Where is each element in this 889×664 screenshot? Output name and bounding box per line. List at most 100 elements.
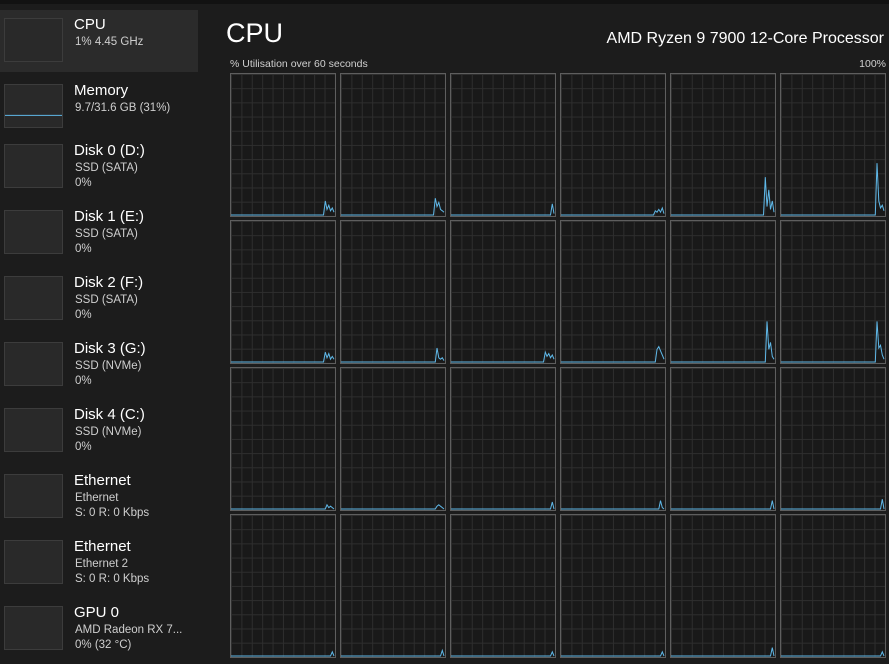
- core-14-graph: [450, 367, 556, 511]
- core-5-graph: [780, 73, 886, 217]
- core-5-line: [781, 163, 885, 216]
- disk-thumbnail-graph: [4, 210, 63, 254]
- sidebar-item-disk-0[interactable]: Disk 0 (D:) SSD (SATA) 0%: [0, 136, 198, 198]
- core-17-line: [781, 499, 885, 510]
- disk-thumbnail-graph: [4, 144, 63, 188]
- core-12-line: [231, 503, 335, 510]
- core-6-graph: [230, 220, 336, 364]
- sidebar-item-usage: 0%: [75, 309, 92, 321]
- core-18-line: [231, 650, 335, 657]
- sidebar-item-type: SSD (SATA): [75, 162, 138, 174]
- core-4-graph: [670, 73, 776, 217]
- sidebar-item-disk-2[interactable]: Disk 2 (F:) SSD (SATA) 0%: [0, 268, 198, 330]
- sidebar-item-title: Disk 4 (C:): [74, 406, 145, 423]
- sidebar-item-gpu-0[interactable]: GPU 0 AMD Radeon RX 7... 0% (32 °C): [0, 598, 198, 660]
- sidebar-item-title: Disk 3 (G:): [74, 340, 146, 357]
- sidebar-item-disk-3[interactable]: Disk 3 (G:) SSD (NVMe) 0%: [0, 334, 198, 396]
- sidebar-item-title: Ethernet: [74, 472, 131, 489]
- core-4-line: [671, 177, 775, 216]
- core-19-line: [341, 648, 445, 657]
- sidebar-item-type: SSD (NVMe): [75, 426, 142, 438]
- core-20-graph: [450, 514, 556, 658]
- cpu-details-panel: CPU AMD Ryzen 9 7900 12-Core Processor %…: [198, 0, 889, 664]
- sidebar-item-title: Memory: [74, 82, 129, 99]
- core-20-line: [451, 650, 555, 657]
- core-23-graph: [780, 514, 886, 658]
- core-0-line: [231, 200, 335, 216]
- sidebar-item-disk-4[interactable]: Disk 4 (C:) SSD (NVMe) 0%: [0, 400, 198, 462]
- core-10-graph: [670, 220, 776, 364]
- sidebar-item-ethernet-2[interactable]: Ethernet Ethernet 2 S: 0 R: 0 Kbps: [0, 532, 198, 594]
- sidebar-item-type: SSD (SATA): [75, 228, 138, 240]
- sidebar-item-detail: 1% 4.45 GHz: [75, 36, 144, 48]
- sidebar-item-usage: 0%: [75, 441, 92, 453]
- disk-thumbnail-graph: [4, 276, 63, 320]
- sidebar-item-usage: 0%: [75, 177, 92, 189]
- core-2-graph: [450, 73, 556, 217]
- core-10-line: [671, 321, 775, 363]
- sidebar-item-title: CPU: [74, 16, 106, 33]
- core-15-graph: [560, 367, 666, 511]
- core-22-graph: [670, 514, 776, 658]
- sidebar-item-disk-1[interactable]: Disk 1 (E:) SSD (SATA) 0%: [0, 202, 198, 264]
- sidebar-item-usage: 0%: [75, 375, 92, 387]
- core-7-line: [341, 347, 445, 363]
- sidebar-item-throughput: S: 0 R: 0 Kbps: [75, 507, 150, 519]
- core-12-graph: [230, 367, 336, 511]
- core-15-line: [561, 500, 665, 510]
- sidebar-item-title: Disk 1 (E:): [74, 208, 145, 225]
- sidebar-item-adapter: Ethernet: [75, 492, 119, 504]
- core-17-graph: [780, 367, 886, 511]
- sidebar-item-title: GPU 0: [74, 604, 120, 621]
- page-title: CPU: [226, 18, 284, 48]
- disk-thumbnail-graph: [4, 408, 63, 452]
- core-16-line: [671, 500, 775, 510]
- sidebar-item-title: Ethernet: [74, 538, 131, 555]
- sidebar-item-usage: 0% (32 °C): [75, 639, 132, 651]
- sidebar-item-adapter: Ethernet 2: [75, 558, 129, 570]
- gpu-thumbnail-graph: [4, 606, 63, 650]
- sidebar-item-ethernet[interactable]: Ethernet Ethernet S: 0 R: 0 Kbps: [0, 466, 198, 528]
- core-21-line: [561, 650, 665, 657]
- sidebar-item-cpu[interactable]: CPU 1% 4.45 GHz: [0, 10, 198, 72]
- core-3-line: [561, 206, 665, 216]
- core-1-line: [341, 198, 445, 216]
- core-0-graph: [230, 73, 336, 217]
- core-7-graph: [340, 220, 446, 364]
- core-8-graph: [450, 220, 556, 364]
- sidebar-item-usage: 0%: [75, 243, 92, 255]
- ethernet-thumbnail-graph: [4, 540, 63, 584]
- processor-name: AMD Ryzen 9 7900 12-Core Processor: [606, 30, 884, 47]
- core-14-line: [451, 501, 555, 510]
- sidebar-item-detail: 9.7/31.6 GB (31%): [75, 102, 171, 114]
- core-23-line: [781, 650, 885, 657]
- core-6-line: [231, 352, 335, 363]
- sidebar-item-title: Disk 0 (D:): [74, 142, 145, 159]
- sidebar-item-model: AMD Radeon RX 7...: [75, 624, 183, 636]
- sidebar-item-type: SSD (SATA): [75, 294, 138, 306]
- sidebar-item-title: Disk 2 (F:): [74, 274, 144, 291]
- sidebar-item-memory[interactable]: Memory 9.7/31.6 GB (31%): [0, 76, 198, 138]
- core-9-line: [561, 345, 665, 363]
- core-8-line: [451, 350, 555, 363]
- core-21-graph: [560, 514, 666, 658]
- core-2-line: [451, 203, 555, 216]
- core-1-graph: [340, 73, 446, 217]
- memory-thumbnail-line: [5, 114, 62, 116]
- core-3-graph: [560, 73, 666, 217]
- core-11-line: [781, 321, 885, 363]
- performance-sidebar: CPU 1% 4.45 GHz Memory 9.7/31.6 GB (31%)…: [0, 10, 198, 664]
- core-11-graph: [780, 220, 886, 364]
- core-13-line: [341, 504, 445, 510]
- cpu-thumbnail-graph: [4, 18, 63, 62]
- core-19-graph: [340, 514, 446, 658]
- core-18-graph: [230, 514, 336, 658]
- core-22-line: [671, 647, 775, 657]
- sidebar-item-type: SSD (NVMe): [75, 360, 142, 372]
- ethernet-thumbnail-graph: [4, 474, 63, 518]
- core-9-graph: [560, 220, 666, 364]
- memory-thumbnail-graph: [4, 84, 63, 128]
- disk-thumbnail-graph: [4, 342, 63, 386]
- core-13-graph: [340, 367, 446, 511]
- core-16-graph: [670, 367, 776, 511]
